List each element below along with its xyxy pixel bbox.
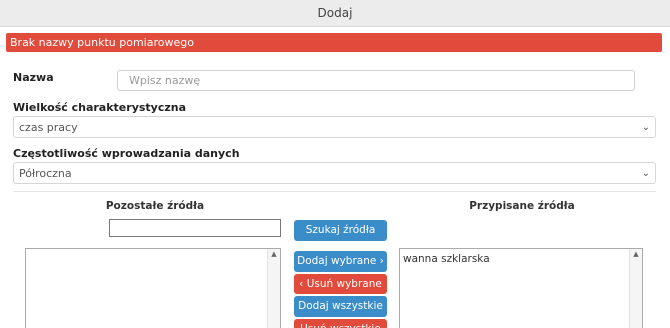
panel-header: Dodaj [0, 0, 670, 27]
scroll-up-arrow-icon[interactable]: ▲ [630, 250, 642, 258]
add-measurement-point-panel: Dodaj Brak nazwy punktu pomiarowego Nazw… [0, 0, 670, 328]
chevron-down-icon: ⌄ [641, 168, 650, 179]
add-all-button[interactable]: Dodaj wszystkie ➜ [294, 296, 387, 328]
remove-all-button[interactable]: Usuń wszystkie [294, 319, 387, 328]
frequency-selected-value: Półroczna [19, 167, 72, 180]
chevron-down-icon: ⌄ [641, 122, 650, 133]
remaining-list-scrollbar[interactable]: ▲ [267, 249, 280, 328]
name-label: Nazwa [13, 71, 54, 84]
panel-title: Dodaj [317, 6, 353, 20]
section-divider [13, 191, 656, 192]
characteristic-label: Wielkość charakterystyczna [13, 101, 187, 114]
characteristic-select[interactable]: czas pracy ⌄ [13, 116, 656, 138]
name-input[interactable] [117, 70, 635, 91]
characteristic-selected-value: czas pracy [19, 121, 78, 134]
frequency-label: Częstotliwość wprowadzania danych [13, 147, 240, 160]
remaining-sources-title: Pozostałe źródła [105, 200, 205, 212]
search-sources-button[interactable]: Szukaj źródła [294, 220, 387, 241]
assigned-sources-title: Przypisane źródła [469, 200, 575, 212]
add-selected-button[interactable]: Dodaj wybrane › [294, 251, 387, 272]
remaining-sources-list[interactable]: ▲ [25, 248, 281, 328]
remove-selected-button[interactable]: ‹ Usuń wybrane [294, 274, 387, 294]
list-item[interactable]: wanna szklarska [400, 249, 642, 269]
add-all-label: Dodaj wszystkie [298, 300, 383, 312]
assigned-list-scrollbar[interactable]: ▲ [629, 249, 642, 328]
frequency-select[interactable]: Półroczna ⌄ [13, 162, 656, 184]
error-alert: Brak nazwy punktu pomiarowego [6, 33, 662, 52]
error-message: Brak nazwy punktu pomiarowego [10, 36, 194, 49]
source-search-input[interactable] [109, 219, 281, 237]
scroll-up-arrow-icon[interactable]: ▲ [268, 250, 280, 258]
assigned-sources-list[interactable]: wanna szklarska ▲ [399, 248, 643, 328]
